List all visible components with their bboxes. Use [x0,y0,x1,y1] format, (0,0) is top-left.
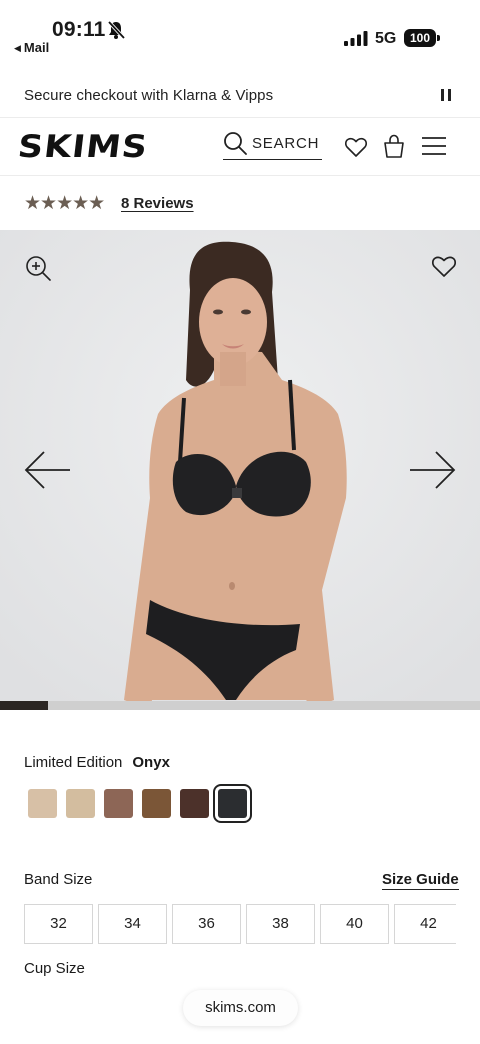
battery-indicator: 100 [404,29,436,47]
hamburger-menu-icon[interactable] [422,136,446,156]
back-app-label: Mail [23,40,50,55]
reviews-summary: ★★★★★ 8 Reviews [24,192,324,214]
band-size-button[interactable]: 36 [172,904,241,944]
signal-bars-icon [344,31,368,46]
cup-size-label: Cup Size [24,960,85,977]
skims-logo[interactable]: SKIMS [16,129,150,165]
color-swatch[interactable] [66,789,95,818]
reviews-link[interactable]: 8 Reviews [121,195,194,212]
next-image-arrow-icon[interactable] [408,450,456,490]
search-button[interactable]: SEARCH [223,130,322,160]
color-swatch[interactable] [142,789,171,818]
bell-slash-icon [107,20,126,40]
gallery-progress-fill [0,701,48,710]
promo-text: Secure checkout with Klarna & Vipps [24,87,274,104]
search-icon [224,132,247,155]
product-image-carousel[interactable] [0,230,480,710]
band-size-button[interactable]: 38 [246,904,315,944]
search-label: SEARCH [252,135,320,152]
network-type: 5G [375,30,397,47]
zoom-in-icon[interactable] [25,255,51,281]
band-size-button[interactable]: 32 [24,904,93,944]
color-swatch[interactable] [213,784,252,823]
band-size-button[interactable]: 42 [394,904,456,944]
color-label-row: Limited Edition Onyx [24,754,170,771]
shopping-bag-icon[interactable] [382,133,406,159]
color-swatches [28,784,268,823]
band-size-button[interactable]: 34 [98,904,167,944]
pause-icon[interactable] [441,89,451,101]
color-label: Limited Edition [24,754,123,771]
color-swatch[interactable] [28,789,57,818]
add-to-wishlist-heart-icon[interactable] [431,254,457,278]
size-guide-link[interactable]: Size Guide [382,871,459,890]
promo-banner: Secure checkout with Klarna & Vipps [0,70,480,118]
status-bar: 09:11 ◀ Mail 5G 100 [0,0,480,62]
color-swatch[interactable] [104,789,133,818]
battery-tip [437,35,440,41]
status-time: 09:11 [52,18,106,41]
band-size-options: 32 34 36 38 40 42 [24,904,456,944]
browser-url-pill[interactable]: skims.com [183,990,298,1026]
color-swatch[interactable] [180,789,209,818]
gallery-progress-bar [0,701,480,710]
wishlist-heart-icon[interactable] [344,135,368,159]
previous-image-arrow-icon[interactable] [24,450,72,490]
back-to-mail-link[interactable]: ◀ Mail [14,40,49,55]
selected-color-name: Onyx [132,754,170,771]
site-header: SKIMS SEARCH [0,118,480,176]
band-size-button[interactable]: 40 [320,904,389,944]
band-size-label: Band Size [24,871,93,888]
star-rating: ★★★★★ [24,193,105,214]
back-triangle-icon: ◀ [14,43,21,53]
